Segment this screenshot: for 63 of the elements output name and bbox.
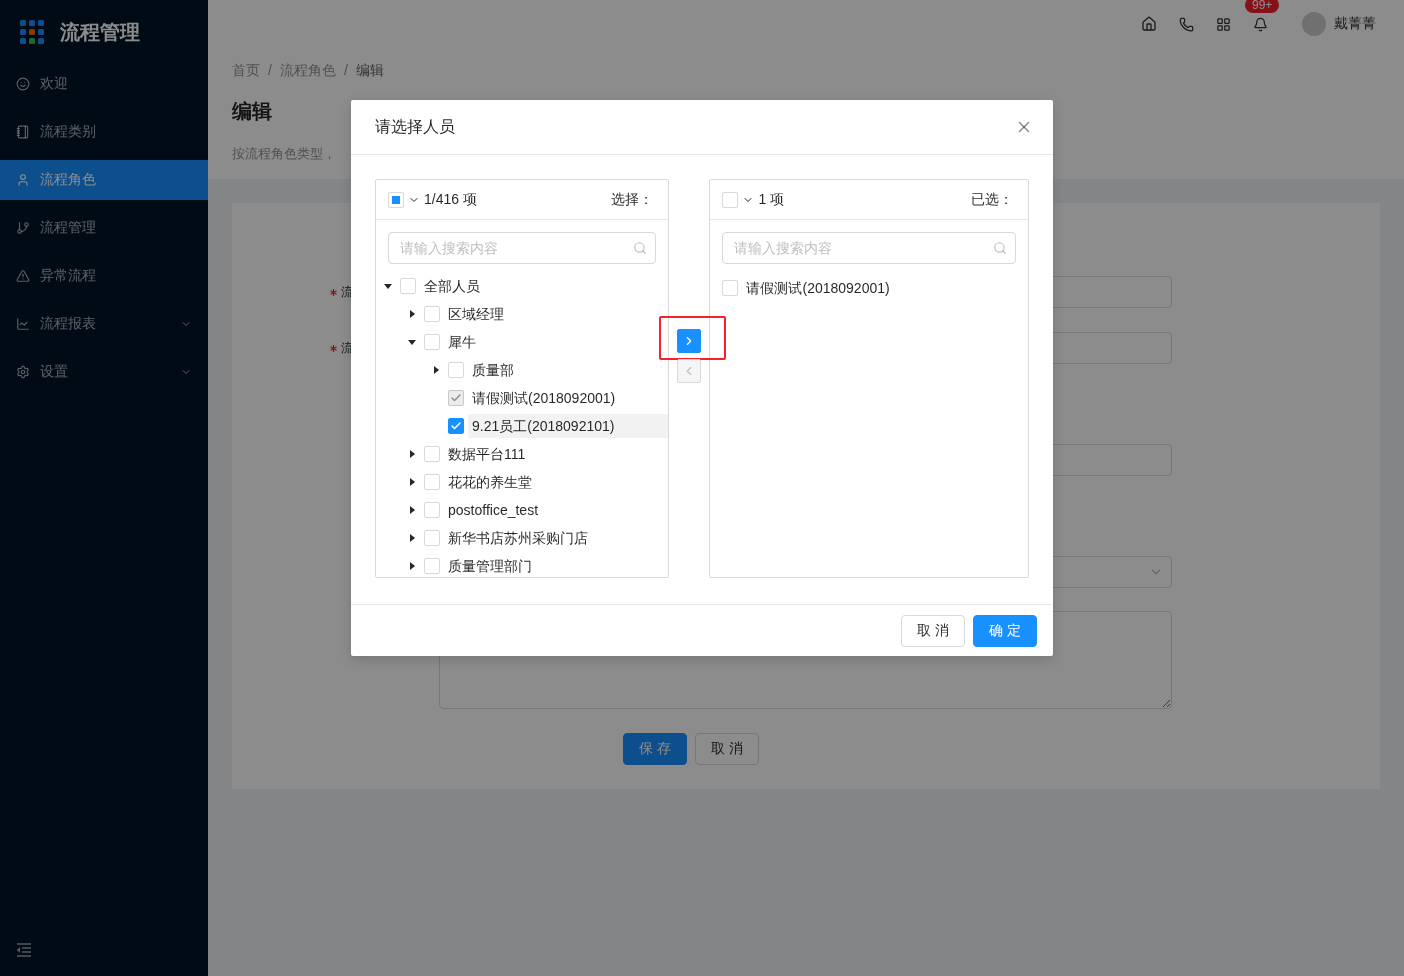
menu-item[interactable]: 设置 [0, 352, 208, 392]
bell-icon[interactable] [1253, 16, 1268, 32]
caret-down-icon[interactable] [408, 338, 416, 346]
item-count: 1/416 项 [424, 190, 478, 209]
confirm-button[interactable]: 确 定 [973, 614, 1037, 647]
modal-title: 请选择人员 [375, 116, 455, 137]
tree-node[interactable]: 质量管理部门 [444, 554, 668, 577]
list-title: 选择： [610, 190, 653, 209]
menu-item[interactable]: 流程管理 [0, 208, 208, 248]
caret-right-icon[interactable] [432, 366, 440, 374]
notification-badge: 99+ [1245, 0, 1280, 13]
checkbox[interactable] [448, 418, 464, 434]
logo-icon [20, 20, 44, 44]
tree-node[interactable]: 花花的养生堂 [444, 470, 668, 494]
app-title: 流程管理 [60, 19, 140, 45]
search-field[interactable]: 请输入搜索内容 [388, 232, 656, 264]
grid-icon[interactable] [1216, 16, 1231, 32]
search-field[interactable]: 请输入搜索内容 [722, 232, 1016, 264]
menu-item[interactable]: 异常流程 [0, 256, 208, 296]
phone-icon[interactable] [1179, 16, 1194, 32]
menu-label: 流程报表 [40, 315, 97, 333]
breadcrumb-separator: / [343, 62, 348, 80]
caret-down-icon[interactable] [384, 282, 392, 290]
caret-right-icon[interactable] [408, 310, 416, 318]
caret-right-icon[interactable] [408, 450, 416, 458]
tree-node[interactable]: postoffice_test [444, 498, 668, 522]
menu-item[interactable]: 流程报表 [0, 304, 208, 344]
tree-node[interactable]: 全部人员 [420, 274, 668, 298]
check-icon [450, 392, 462, 404]
tree-node[interactable]: 质量部 [468, 358, 668, 382]
cancel-button[interactable]: 取 消 [694, 733, 759, 765]
caret-right-icon[interactable] [408, 562, 416, 570]
menu-label: 流程管理 [40, 219, 97, 237]
menu-label: 流程类别 [40, 123, 97, 141]
breadcrumb-separator: / [268, 62, 272, 80]
cancel-button[interactable]: 取 消 [901, 614, 966, 647]
tree-node[interactable]: 区域经理 [444, 302, 668, 326]
menu-item[interactable]: 流程类别 [0, 112, 208, 152]
user-name[interactable]: 戴菁菁 [1334, 15, 1376, 33]
menu-label: 欢迎 [40, 75, 69, 93]
list-item[interactable]: 请假测试(2018092001) [742, 276, 1028, 300]
breadcrumb-link[interactable]: 编辑 [355, 62, 384, 80]
search-icon [993, 241, 1007, 255]
tree-node[interactable]: 新华书店苏州采购门店 [444, 526, 668, 550]
caret-right-icon[interactable] [408, 506, 416, 514]
tree-node[interactable]: 数据平台111 [444, 442, 668, 466]
caret-right-icon[interactable] [408, 478, 416, 486]
search-icon [632, 241, 647, 255]
page-title: 编辑 [232, 99, 273, 124]
list-title: 已选： [971, 190, 1013, 209]
move-right-button[interactable] [677, 329, 701, 353]
menu-label: 设置 [40, 363, 69, 381]
home-icon[interactable] [1141, 16, 1157, 32]
menu-item[interactable]: 欢迎 [0, 64, 208, 104]
item-count: 1 项 [758, 190, 786, 209]
tree-node[interactable]: 9.21员工(2018092101) [468, 414, 668, 438]
caret-right-icon[interactable] [408, 534, 416, 542]
page-description: 按流程角色类型， [232, 145, 337, 163]
tree-node[interactable]: 犀牛 [444, 330, 668, 354]
check-icon [450, 420, 462, 432]
menu-label: 异常流程 [40, 267, 97, 285]
menu-label: 流程角色 [40, 171, 97, 189]
menu-icon [16, 173, 30, 187]
